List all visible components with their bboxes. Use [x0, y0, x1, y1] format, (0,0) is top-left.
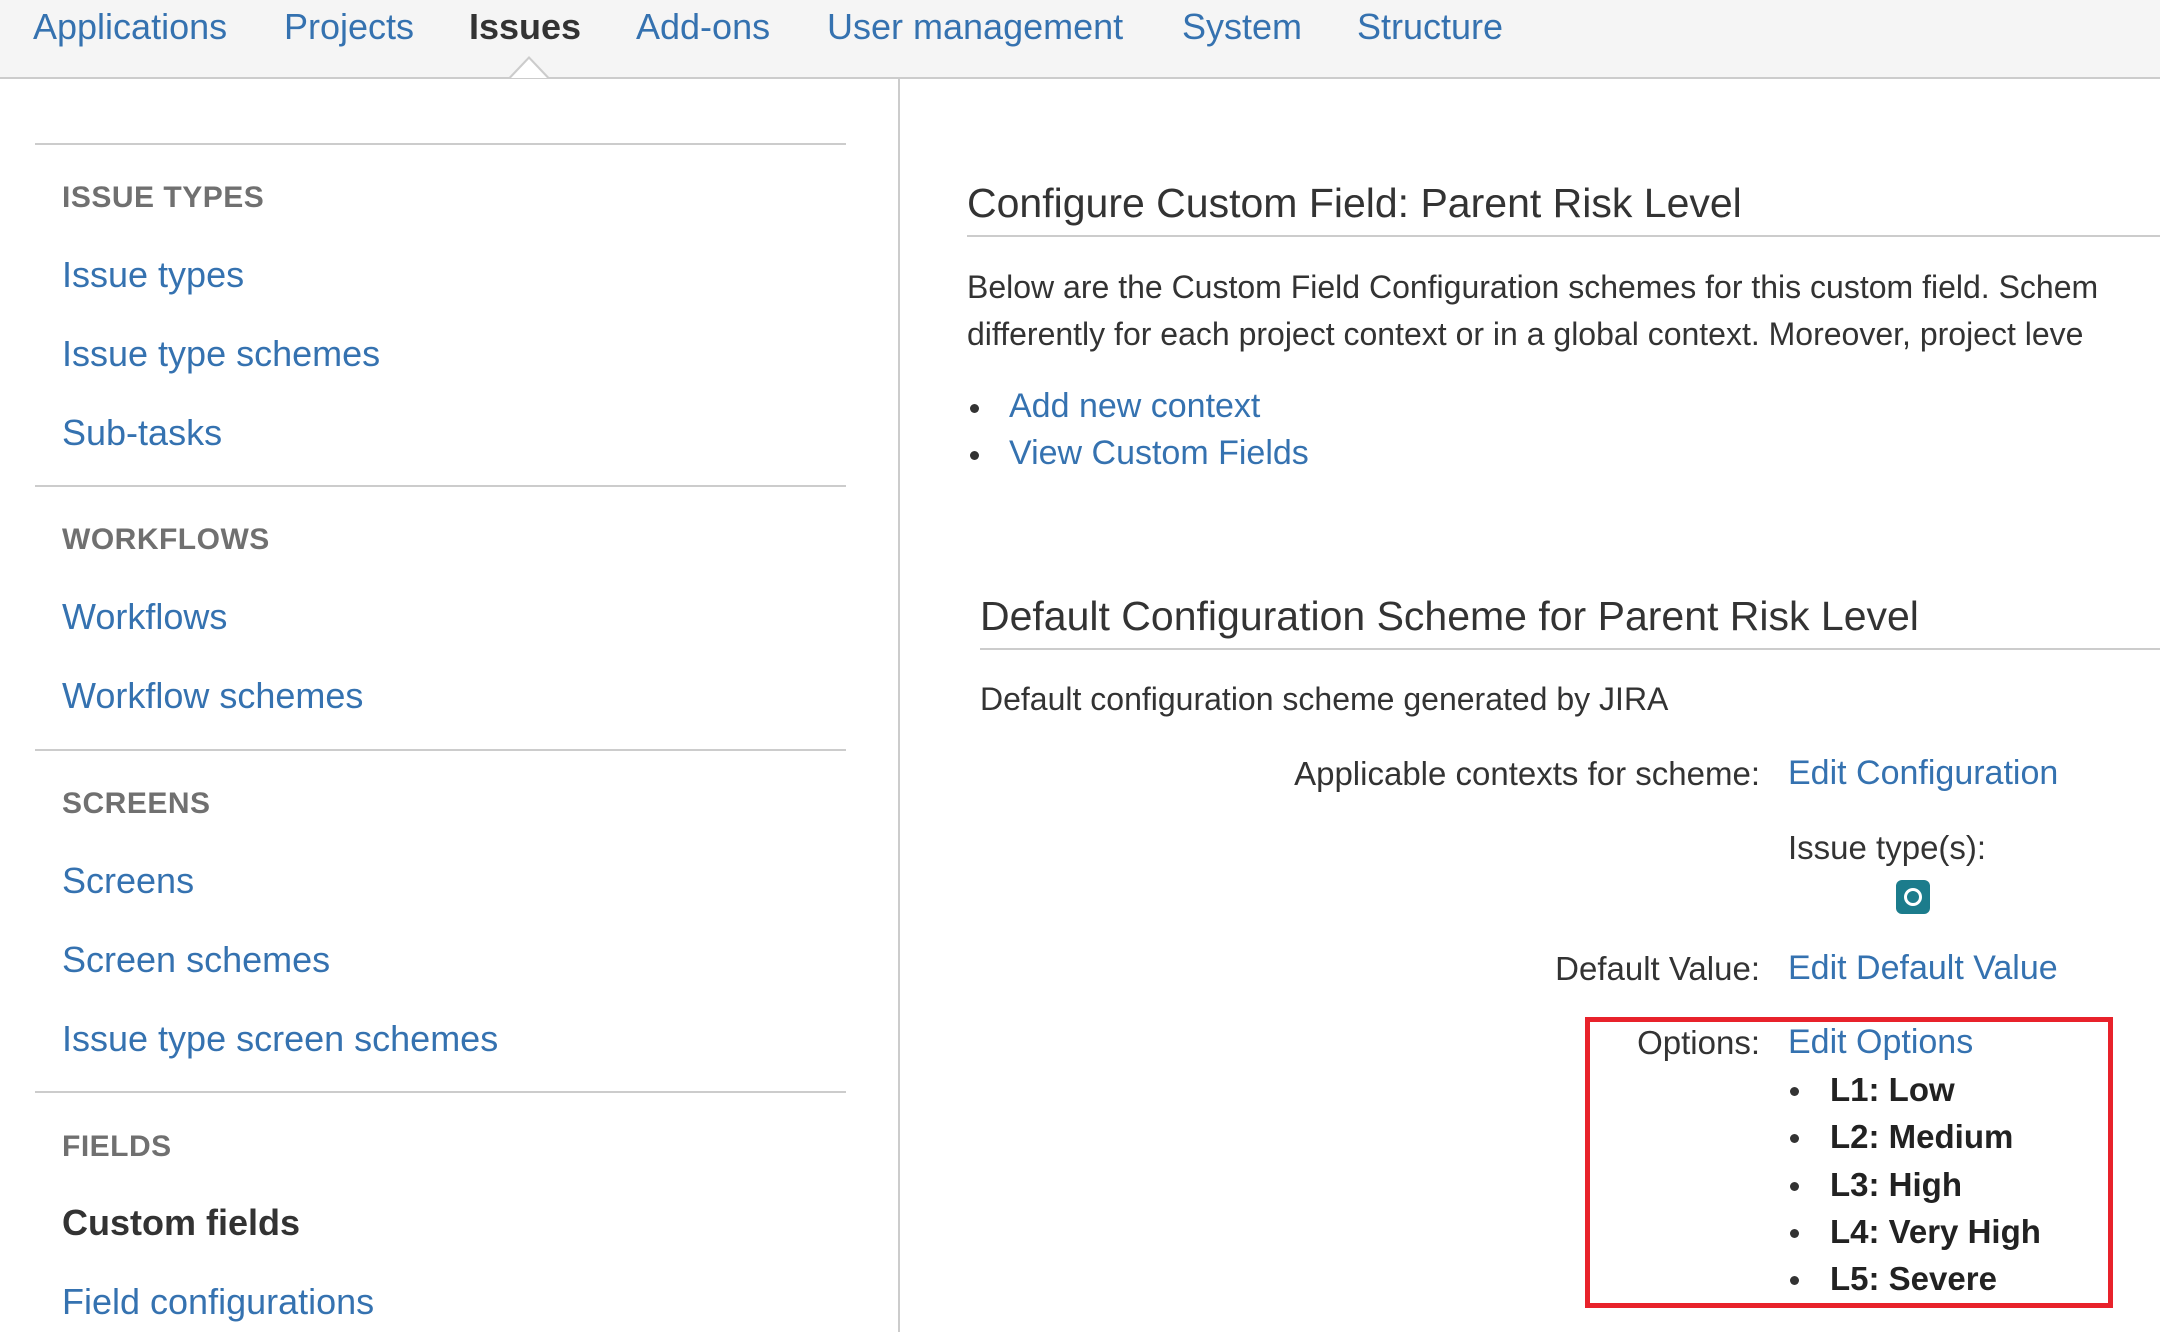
- sidebar-item-issue-types[interactable]: Issue types: [62, 254, 244, 296]
- sidebar-border: [898, 78, 900, 1332]
- sidebar-item-field-configurations[interactable]: Field configurations: [62, 1281, 374, 1323]
- page-description-line-2: differently for each project context or …: [967, 316, 2084, 352]
- tab-add-ons[interactable]: Add-ons: [636, 6, 770, 48]
- scheme-description: Default configuration scheme generated b…: [980, 681, 1669, 717]
- sidebar-heading-workflows: WORKFLOWS: [62, 523, 270, 556]
- tab-issues[interactable]: Issues: [469, 6, 581, 48]
- sidebar-heading-issue-types: ISSUE TYPES: [62, 181, 265, 214]
- sidebar-divider: [35, 143, 846, 145]
- edit-default-value-link[interactable]: Edit Default Value: [1788, 949, 2058, 988]
- add-new-context-link[interactable]: Add new context: [1009, 387, 1260, 426]
- list-bullet: [970, 451, 979, 460]
- sidebar-item-workflow-schemes[interactable]: Workflow schemes: [62, 675, 363, 717]
- sidebar-item-custom-fields[interactable]: Custom fields: [62, 1202, 300, 1244]
- title-underline: [967, 235, 2160, 237]
- tab-structure[interactable]: Structure: [1357, 6, 1503, 48]
- sidebar-divider: [35, 1091, 846, 1093]
- page-description-line-1: Below are the Custom Field Configuration…: [967, 269, 2099, 305]
- options-highlight-box: [1585, 1017, 2113, 1308]
- tab-user-management[interactable]: User management: [827, 6, 1123, 48]
- sidebar-item-screens[interactable]: Screens: [62, 860, 194, 902]
- default-value-label: Default Value:: [1555, 950, 1760, 987]
- sidebar-item-screen-schemes[interactable]: Screen schemes: [62, 939, 330, 981]
- active-tab-indicator: [509, 56, 549, 78]
- issue-types-label: Issue type(s):: [1788, 829, 1987, 866]
- tab-applications[interactable]: Applications: [33, 6, 227, 48]
- sidebar-item-issue-type-screen-schemes[interactable]: Issue type screen schemes: [62, 1018, 498, 1060]
- sidebar-heading-fields: FIELDS: [62, 1130, 172, 1163]
- sidebar-item-sub-tasks[interactable]: Sub-tasks: [62, 412, 222, 454]
- view-custom-fields-link[interactable]: View Custom Fields: [1009, 434, 1309, 473]
- page-title: Configure Custom Field: Parent Risk Leve…: [967, 180, 1742, 226]
- tab-system[interactable]: System: [1182, 6, 1302, 48]
- sidebar-divider: [35, 485, 846, 487]
- sidebar-divider: [35, 749, 846, 751]
- applicable-contexts-label: Applicable contexts for scheme:: [1294, 755, 1760, 792]
- list-bullet: [970, 404, 979, 413]
- sidebar-item-issue-type-schemes[interactable]: Issue type schemes: [62, 333, 380, 375]
- edit-configuration-link[interactable]: Edit Configuration: [1788, 754, 2058, 793]
- scheme-title-underline: [980, 648, 2160, 650]
- tab-projects[interactable]: Projects: [284, 6, 414, 48]
- sidebar-item-workflows[interactable]: Workflows: [62, 596, 227, 638]
- admin-top-navigation: Applications Projects Issues Add-ons Use…: [0, 0, 2160, 79]
- scheme-title: Default Configuration Scheme for Parent …: [980, 593, 1919, 639]
- subtask-icon: [1896, 880, 1930, 914]
- sidebar-heading-screens: SCREENS: [62, 787, 211, 820]
